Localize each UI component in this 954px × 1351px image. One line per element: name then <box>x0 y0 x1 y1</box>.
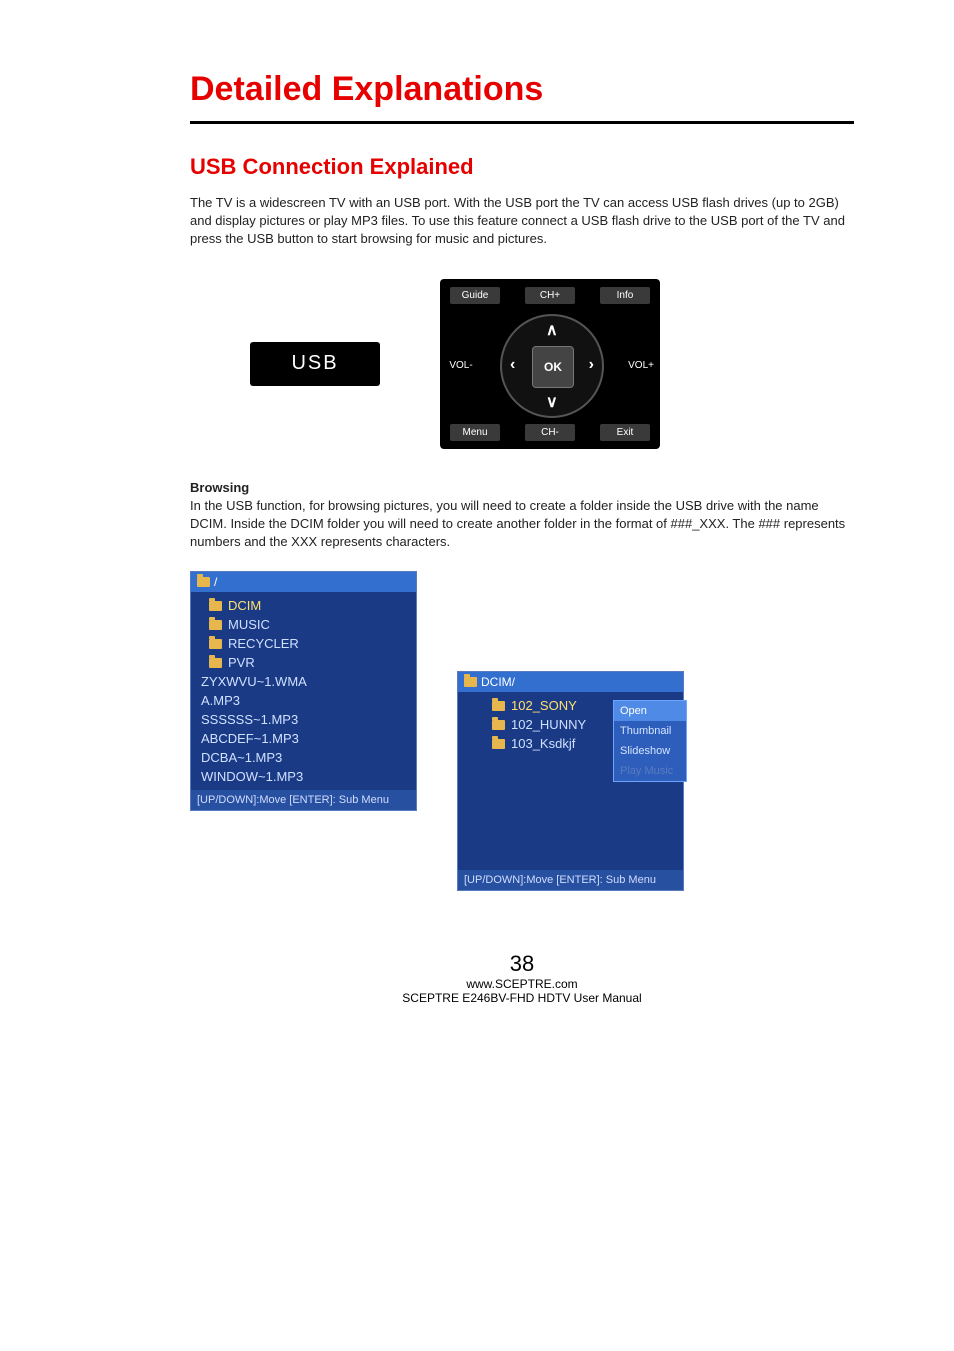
folder-icon <box>464 677 477 687</box>
guide-button[interactable]: Guide <box>450 287 500 304</box>
folder-icon <box>209 601 222 611</box>
footer-model: SCEPTRE E246BV-FHD HDTV User Manual <box>190 991 854 1005</box>
page-footer: 38 www.SCEPTRE.com SCEPTRE E246BV-FHD HD… <box>190 951 854 1005</box>
panel-left-footer: [UP/DOWN]:Move [ENTER]: Sub Menu <box>191 790 416 810</box>
folder-icon <box>209 658 222 668</box>
volume-up-label[interactable]: VOL+ <box>624 357 654 374</box>
panel-right-header: DCIM/ <box>458 672 683 692</box>
channel-up-button[interactable]: CH+ <box>525 287 575 304</box>
folder-icon <box>209 639 222 649</box>
menu-button[interactable]: Menu <box>450 424 500 441</box>
divider <box>190 121 854 124</box>
dpad-down-icon[interactable]: ∨ <box>546 392 558 412</box>
dpad-left-icon[interactable]: ‹ <box>510 356 515 374</box>
file-browser-right: DCIM/ 102_SONY 102_HUNNY 103_Ksdkjf Open… <box>457 671 684 891</box>
list-item[interactable]: SSSSSS~1.MP3 <box>191 710 416 729</box>
dpad-up-icon[interactable]: ∧ <box>546 320 558 340</box>
folder-icon <box>197 577 210 587</box>
intro-text: The TV is a widescreen TV with an USB po… <box>190 194 854 249</box>
list-item[interactable]: PVR <box>191 653 416 672</box>
list-item[interactable]: DCBA~1.MP3 <box>191 748 416 767</box>
page-number: 38 <box>190 951 854 977</box>
list-item[interactable]: MUSIC <box>191 615 416 634</box>
remote-pad: Guide CH+ Info Menu CH- Exit VOL- VOL+ ∧… <box>440 279 660 449</box>
list-item[interactable]: ZYXWVU~1.WMA <box>191 672 416 691</box>
context-play: Play Music <box>614 761 686 781</box>
footer-url: www.SCEPTRE.com <box>190 977 854 991</box>
channel-down-button[interactable]: CH- <box>525 424 575 441</box>
context-slideshow[interactable]: Slideshow <box>614 741 686 761</box>
dpad-ring: ∧ ∨ ‹ › OK <box>500 314 604 418</box>
list-item[interactable]: ABCDEF~1.MP3 <box>191 729 416 748</box>
folder-icon <box>492 701 505 711</box>
section-subtitle: USB Connection Explained <box>190 154 854 180</box>
dpad-right-icon[interactable]: › <box>589 356 594 374</box>
ok-button[interactable]: OK <box>532 346 574 388</box>
panel-left-path: / <box>214 575 217 589</box>
list-item[interactable]: WINDOW~1.MP3 <box>191 767 416 786</box>
info-button[interactable]: Info <box>600 287 650 304</box>
volume-down-label[interactable]: VOL- <box>446 357 476 374</box>
folder-icon <box>492 720 505 730</box>
browsing-heading: Browsing <box>190 480 249 495</box>
panel-right-path: DCIM/ <box>481 675 515 689</box>
context-open[interactable]: Open <box>614 701 686 721</box>
folder-icon <box>209 620 222 630</box>
browsing-body: In the USB function, for browsing pictur… <box>190 498 845 549</box>
list-item[interactable]: RECYCLER <box>191 634 416 653</box>
usb-button[interactable]: USB <box>250 342 380 386</box>
file-browser-left: / DCIM MUSIC RECYCLER PVR ZYXWVU~1.WMA A… <box>190 571 417 811</box>
list-item[interactable]: DCIM <box>191 596 416 615</box>
panel-right-footer: [UP/DOWN]:Move [ENTER]: Sub Menu <box>458 870 683 890</box>
panel-left-header: / <box>191 572 416 592</box>
context-thumbnail[interactable]: Thumbnail <box>614 721 686 741</box>
folder-icon <box>492 739 505 749</box>
list-item[interactable]: A.MP3 <box>191 691 416 710</box>
page-title: Detailed Explanations <box>190 70 854 109</box>
exit-button[interactable]: Exit <box>600 424 650 441</box>
context-menu: Open Thumbnail Slideshow Play Music <box>613 700 687 782</box>
